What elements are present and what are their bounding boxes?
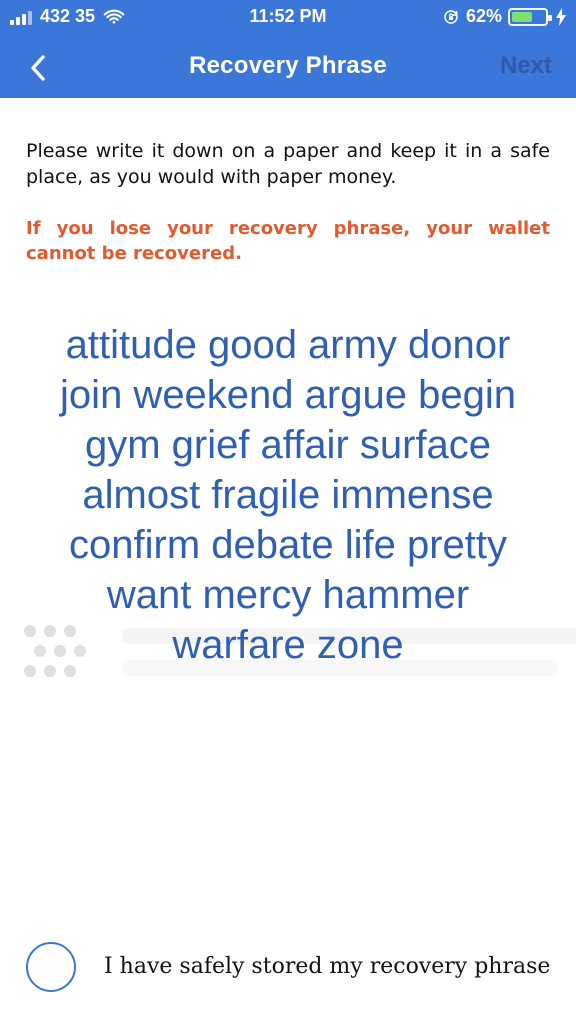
phrase-line: confirm debate life pretty <box>69 523 507 567</box>
stored-confirmation-label[interactable]: I have safely stored my recovery phrase <box>104 954 550 979</box>
rotation-lock-icon <box>444 9 458 24</box>
phrase-line: warfare zone <box>172 623 404 667</box>
phrase-line: join weekend argue begin <box>60 373 516 417</box>
charging-bolt-icon <box>556 7 566 26</box>
next-button[interactable]: Next <box>500 52 552 80</box>
recovery-phrase: attitude good army donor join weekend ar… <box>0 320 576 670</box>
phrase-line: want mercy hammer <box>106 573 470 617</box>
page-title: Recovery Phrase <box>189 52 387 79</box>
warning-text: If you lose your recovery phrase, your w… <box>26 218 550 264</box>
top-bar: 432 35 11:52 PM 62% Recovery Phrase Next <box>0 0 576 98</box>
screen: 432 35 11:52 PM 62% Recovery Phrase Next… <box>0 0 576 1024</box>
main-content: Please write it down on a paper and keep… <box>0 98 576 1024</box>
stored-confirmation-radio[interactable] <box>26 942 76 992</box>
battery-icon <box>508 7 552 26</box>
instruction-text: Please write it down on a paper and keep… <box>26 140 550 188</box>
navigation-bar: Recovery Phrase Next <box>0 34 576 98</box>
battery-percent: 62% <box>465 6 502 26</box>
status-right: 62% <box>442 6 566 27</box>
phrase-line: gym grief affair surface <box>84 423 492 467</box>
status-bar: 432 35 11:52 PM 62% <box>0 0 576 34</box>
battery-level <box>512 11 532 22</box>
phrase-line: almost fragile immense <box>82 473 494 517</box>
phrase-line: attitude good army donor <box>65 323 511 367</box>
